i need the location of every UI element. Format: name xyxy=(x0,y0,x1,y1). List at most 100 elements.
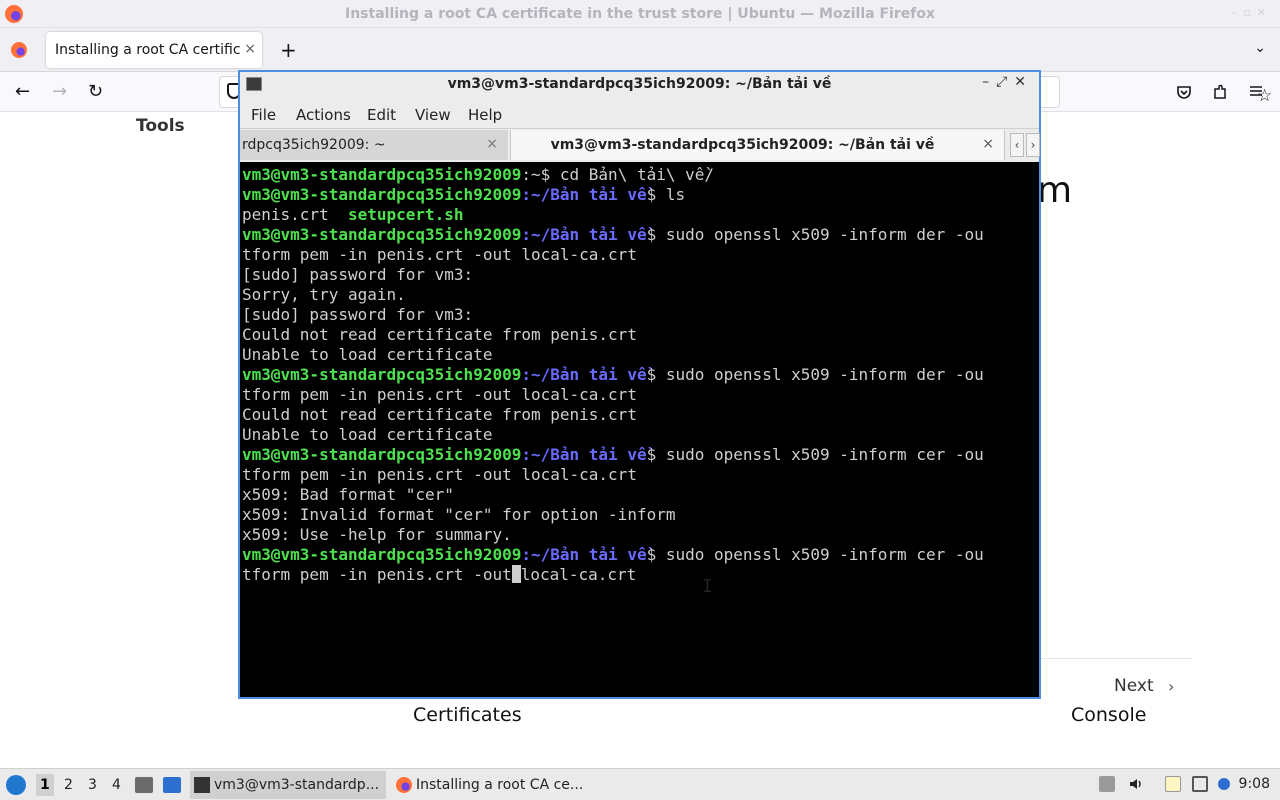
next-link-label[interactable]: Next xyxy=(1114,676,1154,696)
terminal-line: tform pem -in penis.crt -out local-ca.cr… xyxy=(242,465,637,484)
terminal-output[interactable]: vm3@vm3-standardpcq35ich92009:~$ cd Bản\… xyxy=(240,162,1039,697)
new-tab-button[interactable]: + xyxy=(280,38,297,62)
prompt-user: vm3@vm3-standardpcq35ich92009 xyxy=(242,545,522,564)
command-text: tform pem -in penis.crt -out xyxy=(242,565,512,584)
scroll-tabs-left-icon[interactable]: ‹ xyxy=(1010,133,1024,157)
menu-actions[interactable]: Actions xyxy=(296,106,351,124)
taskbar: 1 2 3 4 vm3@vm3-standardp... Installing … xyxy=(0,768,1280,800)
command-text: cd Bản\ tải\ về/ xyxy=(559,165,715,184)
terminal-line: Could not read certificate from penis.cr… xyxy=(242,325,637,344)
terminal-line: tform pem -in penis.crt -out local-ca.cr… xyxy=(242,385,637,404)
extensions-icon[interactable] xyxy=(1212,84,1228,100)
workspace-3[interactable]: 3 xyxy=(88,777,97,793)
terminal-line: Unable to load certificate xyxy=(242,425,493,444)
command-text: sudo openssl x509 -inform der -ou xyxy=(665,365,984,384)
forward-button[interactable]: → xyxy=(52,81,67,102)
show-desktop-icon[interactable] xyxy=(163,777,181,793)
prompt-user: vm3@vm3-standardpcq35ich92009 xyxy=(242,225,522,244)
prompt-user: vm3@vm3-standardpcq35ich92009 xyxy=(242,445,522,464)
clock[interactable]: 9:08 xyxy=(1239,776,1270,792)
volume-icon[interactable] xyxy=(1128,776,1144,792)
command-text: local-ca.crt xyxy=(520,565,637,584)
ibeam-cursor-icon: I xyxy=(702,576,713,597)
workspace-2[interactable]: 2 xyxy=(64,777,73,793)
terminal-line: vm3@vm3-standardpcq35ich92009:~$ cd Bản\… xyxy=(242,165,984,185)
prompt-dollar: $ xyxy=(646,185,666,204)
close-tab-icon[interactable]: × xyxy=(486,136,498,152)
prompt-dollar: $ xyxy=(646,225,666,244)
prompt-home: :~$ xyxy=(521,165,560,184)
menu-view[interactable]: View xyxy=(415,106,451,124)
firefox-view-icon[interactable] xyxy=(11,42,27,58)
workspace-1[interactable]: 1 xyxy=(36,774,54,796)
prompt-dollar: $ xyxy=(646,365,666,384)
terminal-line: vm3@vm3-standardpcq35ich92009:~/Bản tải … xyxy=(242,185,984,205)
terminal-line: Unable to load certificate xyxy=(242,345,493,364)
terminal-tab-label: vm3@vm3-standardpcq35ich92009: ~/Bản tải… xyxy=(550,137,935,153)
sidebar-heading-tools: Tools xyxy=(136,116,185,136)
pocket-icon[interactable] xyxy=(1176,84,1192,100)
window-controls[interactable]: –▫✕ xyxy=(1232,6,1272,19)
back-button[interactable]: ← xyxy=(15,81,30,102)
command-text: sudo openssl x509 -inform cer -ou xyxy=(665,445,984,464)
chevron-right-icon: › xyxy=(1168,677,1175,696)
menu-icon[interactable] xyxy=(1249,84,1263,98)
terminal-line: vm3@vm3-standardpcq35ich92009:~/Bản tải … xyxy=(242,225,984,245)
task-label: vm3@vm3-standardp... xyxy=(214,777,380,793)
firefox-icon xyxy=(396,777,412,793)
terminal-line: Sorry, try again. xyxy=(242,285,406,304)
notification-icon[interactable] xyxy=(1218,778,1230,790)
terminal-tab-label: rdpcq35ich92009: ~ xyxy=(242,137,386,153)
prompt-path: :~/Bản tải về xyxy=(521,445,647,464)
taskbar-task-terminal[interactable]: vm3@vm3-standardp... xyxy=(190,771,386,799)
page-heading-fragment: m xyxy=(1037,170,1073,211)
terminal-line: vm3@vm3-standardpcq35ich92009:~/Bản tải … xyxy=(242,365,984,385)
scroll-tabs-right-icon[interactable]: › xyxy=(1026,133,1040,157)
command-text: ls xyxy=(665,185,686,204)
menu-edit[interactable]: Edit xyxy=(367,106,396,124)
start-menu-icon[interactable] xyxy=(6,775,26,795)
prompt-dollar: $ xyxy=(646,545,666,564)
file-name: penis.crt xyxy=(242,205,348,224)
terminal-title-bar[interactable]: vm3@vm3-standardpcq35ich92009: ~/Bản tải… xyxy=(240,72,1039,97)
task-label: Installing a root CA ce... xyxy=(416,777,584,793)
terminal-line: tform pem -in penis.crt -out local-ca.cr… xyxy=(242,245,637,264)
prompt-user: vm3@vm3-standardpcq35ich92009 xyxy=(242,185,522,204)
terminal-icon xyxy=(194,777,210,793)
close-tab-icon[interactable]: × xyxy=(244,41,256,57)
pagination-divider xyxy=(1040,658,1192,659)
notes-icon[interactable] xyxy=(1165,776,1181,792)
file-manager-icon[interactable] xyxy=(135,777,153,793)
browser-tab-label: Installing a root CA certificat xyxy=(55,42,241,58)
terminal-text: vm3@vm3-standardpcq35ich92009:~$ cd Bản\… xyxy=(242,165,984,585)
reload-button[interactable]: ↻ xyxy=(88,81,103,102)
terminal-line: Could not read certificate from penis.cr… xyxy=(242,405,637,424)
terminal-tab-home[interactable]: rdpcq35ich92009: ~ × xyxy=(240,130,508,160)
prompt-path: :~/Bản tải về xyxy=(521,225,647,244)
next-page-title[interactable]: Console xyxy=(1071,704,1146,726)
network-icon[interactable] xyxy=(1192,776,1208,792)
prompt-path: :~/Bản tải về xyxy=(521,185,647,204)
terminal-line: x509: Bad format "cer" xyxy=(242,485,454,504)
menu-file[interactable]: File xyxy=(251,106,276,124)
terminal-line: tform pem -in penis.crt -out local-ca.crt xyxy=(242,565,984,585)
terminal-tab-downloads[interactable]: vm3@vm3-standardpcq35ich92009: ~/Bản tải… xyxy=(510,130,1005,160)
list-tabs-icon[interactable]: ⌄ xyxy=(1254,40,1266,56)
prompt-user: vm3@vm3-standardpcq35ich92009 xyxy=(242,165,522,184)
taskbar-task-firefox[interactable]: Installing a root CA ce... xyxy=(392,771,588,799)
firefox-window-title: Installing a root CA certificate in the … xyxy=(345,6,935,22)
browser-tab[interactable]: Installing a root CA certificat × xyxy=(46,32,262,68)
prompt-path: :~/Bản tải về xyxy=(521,365,647,384)
clipboard-icon[interactable] xyxy=(1099,776,1115,792)
menu-help[interactable]: Help xyxy=(468,106,502,124)
executable-file-name: setupcert.sh xyxy=(347,205,464,224)
close-tab-icon[interactable]: × xyxy=(982,136,994,152)
terminal-window-controls[interactable]: –⤢✕ xyxy=(982,74,1033,90)
terminal-line: [sudo] password for vm3: xyxy=(242,305,474,324)
workspace-4[interactable]: 4 xyxy=(112,777,121,793)
command-text: sudo openssl x509 -inform cer -ou xyxy=(665,545,984,564)
firefox-title-bar: Installing a root CA certificate in the … xyxy=(0,0,1280,28)
previous-page-title[interactable]: Certificates xyxy=(413,704,522,726)
text-cursor xyxy=(511,565,521,583)
terminal-line: x509: Use -help for summary. xyxy=(242,525,512,544)
